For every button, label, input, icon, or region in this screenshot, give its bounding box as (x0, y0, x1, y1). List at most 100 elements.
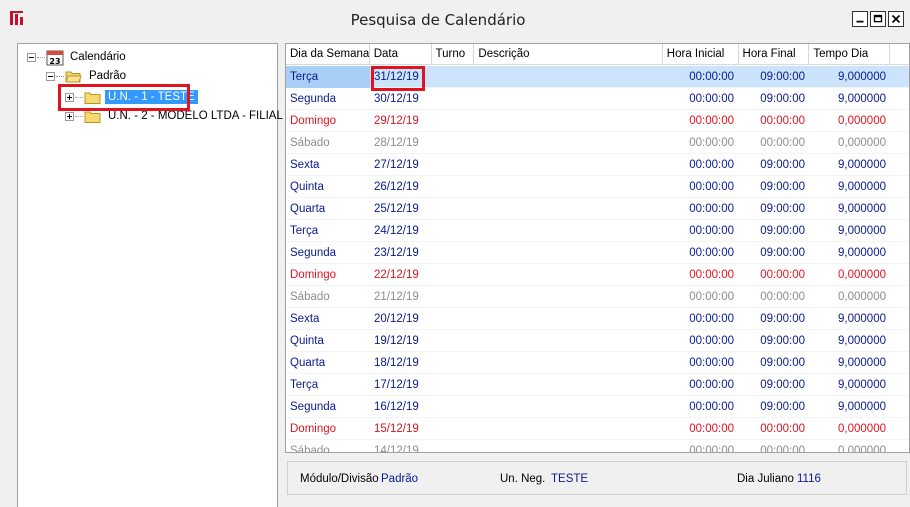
cell-tempo-dia: 9,000000 (838, 312, 886, 325)
cell-hora-final: 09:00:00 (760, 356, 805, 369)
cell-tempo-dia: 0,000000 (838, 114, 886, 127)
cell-turno (432, 352, 475, 374)
table-row[interactable]: Quinta 19/12/19 00:00:00 09:00:00 9,000000 (286, 330, 909, 352)
column-header-data[interactable]: Data (370, 44, 432, 65)
folder-icon (84, 111, 101, 123)
table-row[interactable]: Sexta 27/12/19 00:00:00 09:00:00 9,000000 (286, 154, 909, 176)
cell-turno (432, 396, 475, 418)
table-row[interactable]: Domingo 15/12/19 00:00:00 00:00:00 0,000000 (286, 418, 909, 440)
folder-open-icon (65, 71, 82, 82)
cell-data: 14/12/19 (374, 444, 419, 453)
cell-turno (432, 198, 475, 220)
table-row[interactable]: Terça 24/12/19 00:00:00 09:00:00 9,000000 (286, 220, 909, 242)
expand-icon[interactable] (65, 92, 74, 102)
tree-group-padrao[interactable]: Padrão (46, 67, 129, 85)
table-row[interactable]: Terça 31/12/19 00:00:00 09:00:00 9,000000 (286, 65, 909, 88)
tree-item-un-2[interactable]: U.N. - 2 - MODELO LTDA - FILIAL (65, 107, 286, 125)
tree-item-label: U.N. - 1 - TESTE (105, 90, 198, 104)
column-header-turno[interactable]: Turno (432, 44, 475, 65)
column-header-tempo-dia[interactable]: Tempo Dia (809, 44, 891, 65)
cell-dia-semana: Sábado (290, 136, 330, 149)
un-neg-value: TESTE (551, 473, 589, 485)
cell-descricao (475, 330, 664, 352)
expand-icon[interactable] (65, 111, 74, 121)
cell-tempo-dia: 0,000000 (838, 268, 886, 281)
table-row[interactable]: Segunda 23/12/19 00:00:00 09:00:00 9,000000 (286, 242, 909, 264)
table-row[interactable]: Sábado 28/12/19 00:00:00 00:00:00 0,000000 (286, 132, 909, 154)
cell-data: 23/12/19 (374, 246, 419, 259)
table-row[interactable]: Segunda 30/12/19 00:00:00 09:00:00 9,000000 (286, 88, 909, 110)
table-row[interactable]: Sábado 21/12/19 00:00:00 00:00:00 0,000000 (286, 286, 909, 308)
cell-data: 31/12/19 (374, 70, 419, 83)
collapse-icon[interactable] (46, 71, 55, 81)
cell-dia-semana: Quinta (290, 180, 324, 193)
cell-descricao (475, 440, 664, 453)
cell-turno (432, 374, 475, 396)
cell-dia-semana: Sexta (290, 312, 320, 325)
tree-root-label: Calendário (70, 51, 126, 63)
table-row[interactable]: Quarta 18/12/19 00:00:00 09:00:00 9,000000 (286, 352, 909, 374)
cell-tempo-dia: 9,000000 (838, 180, 886, 193)
table-row[interactable]: Quinta 26/12/19 00:00:00 09:00:00 9,000000 (286, 176, 909, 198)
column-header-hora-final[interactable]: Hora Final (739, 44, 810, 65)
close-button[interactable] (888, 11, 904, 27)
tree-root[interactable]: 23 Calendário (27, 48, 129, 66)
maximize-button[interactable] (870, 11, 886, 27)
column-header-dia[interactable]: Dia da Semana (286, 44, 370, 65)
cell-dia-semana: Segunda (290, 400, 337, 413)
cell-hora-inicial: 00:00:00 (689, 334, 734, 347)
cell-hora-inicial: 00:00:00 (689, 356, 734, 369)
cell-descricao (475, 154, 664, 176)
tree-connector (56, 75, 64, 77)
table-row[interactable]: Domingo 29/12/19 00:00:00 00:00:00 0,000000 (286, 110, 909, 132)
cell-turno (432, 418, 475, 440)
cell-tempo-dia: 0,000000 (838, 444, 886, 453)
unit-tree[interactable]: 23 Calendário Padrão U.N. - 1 - TESTE U.… (17, 43, 283, 507)
column-header-filler (890, 44, 909, 65)
table-row[interactable]: Terça 17/12/19 00:00:00 09:00:00 9,000000 (286, 374, 909, 396)
cell-hora-inicial: 00:00:00 (689, 180, 734, 193)
column-header-hora-inicial[interactable]: Hora Inicial (663, 44, 739, 65)
table-row[interactable]: Quarta 25/12/19 00:00:00 09:00:00 9,000000 (286, 198, 909, 220)
cell-hora-final: 09:00:00 (760, 400, 805, 413)
tree-item-un-1[interactable]: U.N. - 1 - TESTE (65, 88, 198, 106)
tree-group-label: Padrão (89, 70, 127, 82)
table-row[interactable]: Sexta 20/12/19 00:00:00 09:00:00 9,000000 (286, 308, 909, 330)
column-header-descricao[interactable]: Descrição (474, 44, 663, 65)
table-row[interactable]: Sábado 14/12/19 00:00:00 00:00:00 0,000000 (286, 440, 909, 453)
cell-hora-final: 09:00:00 (760, 70, 805, 83)
cell-dia-semana: Quarta (290, 202, 326, 215)
modulo-value: Padrão (381, 473, 419, 485)
window-title: Pesquisa de Calendário (350, 11, 526, 29)
cell-hora-final: 09:00:00 (760, 158, 805, 171)
cell-hora-inicial: 00:00:00 (689, 92, 734, 105)
minimize-button[interactable] (852, 11, 868, 27)
cell-turno (432, 88, 475, 110)
collapse-icon[interactable] (27, 52, 36, 62)
calendar-grid[interactable]: Dia da Semana Data Turno Descrição Hora … (285, 43, 910, 453)
cell-dia-semana: Sábado (290, 444, 330, 453)
cell-turno (432, 110, 475, 132)
table-row[interactable]: Domingo 22/12/19 00:00:00 00:00:00 0,000000 (286, 264, 909, 286)
cell-descricao (475, 220, 664, 242)
cell-descricao (475, 286, 664, 308)
cell-tempo-dia: 0,000000 (838, 290, 886, 303)
cell-hora-inicial: 00:00:00 (689, 378, 734, 391)
cell-hora-final: 09:00:00 (760, 246, 805, 259)
cell-descricao (475, 132, 664, 154)
cell-tempo-dia: 9,000000 (838, 202, 886, 215)
cell-data: 28/12/19 (374, 136, 419, 149)
folder-icon (84, 92, 101, 104)
cell-hora-final: 00:00:00 (760, 422, 805, 435)
table-row[interactable]: Segunda 16/12/19 00:00:00 09:00:00 9,000000 (286, 396, 909, 418)
cell-data: 18/12/19 (374, 356, 419, 369)
cell-dia-semana: Domingo (290, 268, 337, 281)
cell-dia-semana: Terça (286, 65, 370, 88)
cell-hora-final: 09:00:00 (760, 202, 805, 215)
cell-hora-inicial: 00:00:00 (689, 114, 734, 127)
cell-turno (432, 176, 475, 198)
tree-connector (37, 56, 45, 58)
cell-descricao (475, 418, 664, 440)
cell-data: 27/12/19 (374, 158, 419, 171)
cell-tempo-dia: 9,000000 (838, 92, 886, 105)
